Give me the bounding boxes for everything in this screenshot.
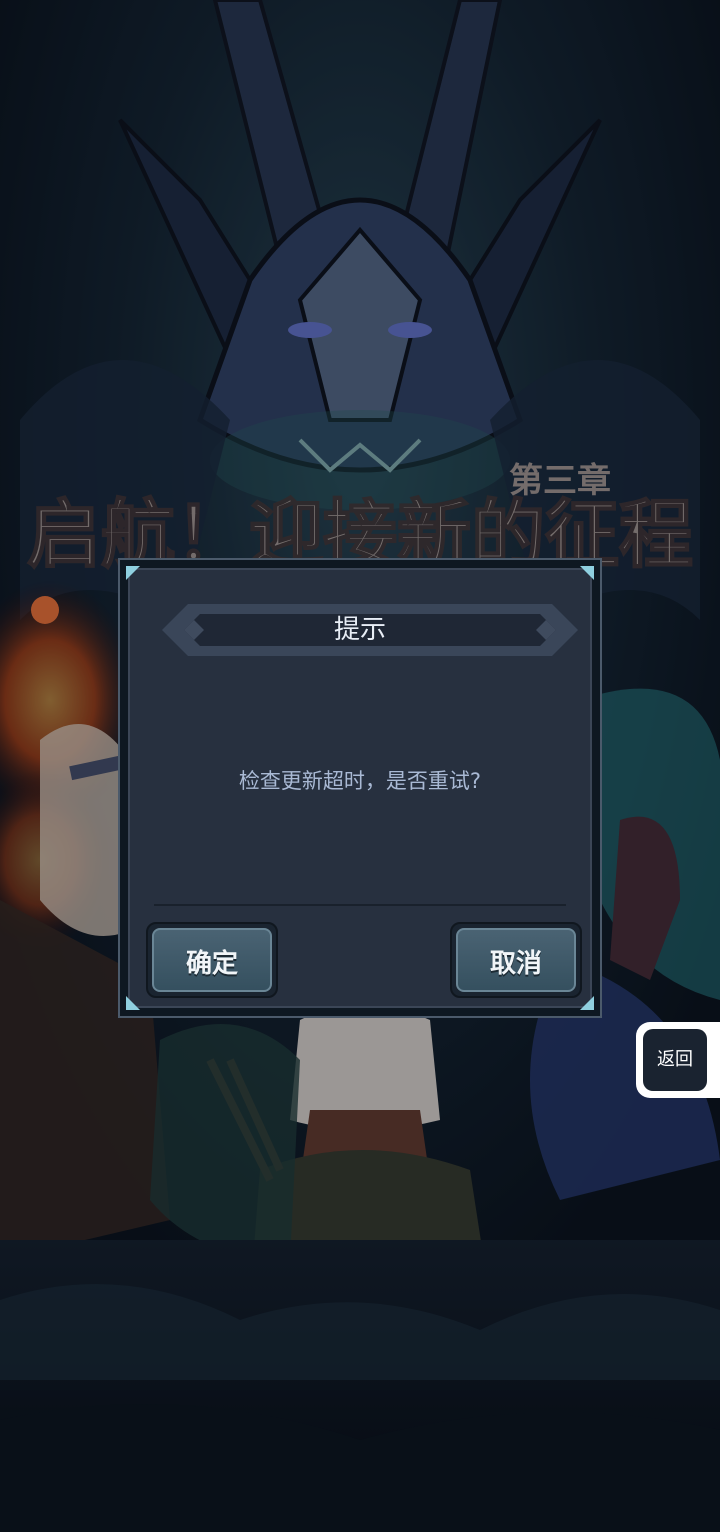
back-button[interactable]: 返回	[636, 1022, 720, 1098]
back-button-inner: 返回	[643, 1029, 707, 1091]
cancel-button-label: 取消	[489, 949, 542, 979]
confirm-button-label: 确定	[185, 949, 238, 979]
corner-ornament-top-left	[126, 566, 140, 580]
confirm-button-face: 确定	[152, 928, 272, 992]
dialog-message: 检查更新超时，是否重试?	[238, 769, 482, 793]
back-button-label: 返回	[657, 1049, 693, 1070]
corner-ornament-bottom-right	[580, 996, 594, 1010]
game-screen: 启航！迎接新的征程 第三章 提示 检查更新超时，是否重试? 确定 取消 返回	[0, 0, 720, 1532]
cancel-button-face: 取消	[456, 928, 576, 992]
dialog-divider	[154, 904, 566, 906]
confirm-button[interactable]: 确定	[146, 922, 278, 998]
dialog-panel: 提示 检查更新超时，是否重试? 确定 取消	[128, 568, 592, 1008]
dialog-title: 提示	[333, 615, 386, 645]
alert-dialog: 提示 检查更新超时，是否重试? 确定 取消	[118, 558, 602, 1018]
corner-ornament-top-right	[580, 566, 594, 580]
cancel-button[interactable]: 取消	[450, 922, 582, 998]
corner-ornament-bottom-left	[126, 996, 140, 1010]
